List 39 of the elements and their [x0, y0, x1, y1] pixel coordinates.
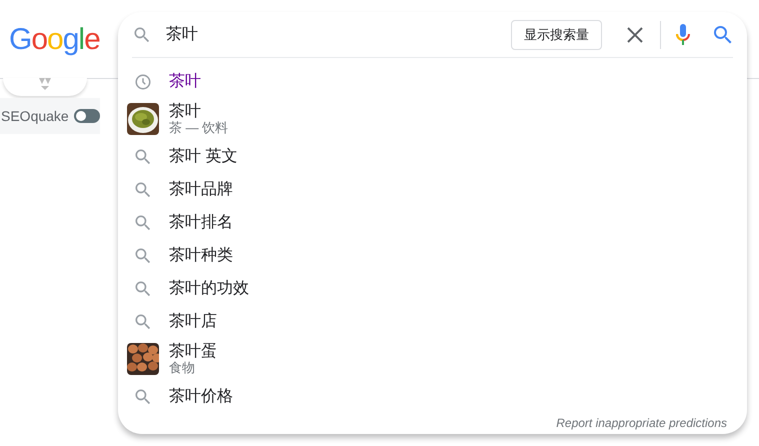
- search-icon: [133, 146, 153, 166]
- suggestion-text: 茶叶品牌: [169, 182, 233, 198]
- google-logo[interactable]: Google: [0, 0, 118, 78]
- close-icon[interactable]: [626, 26, 644, 44]
- search-icon: [133, 312, 153, 332]
- suggestion-item[interactable]: 茶叶品牌: [118, 173, 747, 206]
- history-icon: [134, 72, 152, 90]
- suggestion-item[interactable]: 茶叶店: [118, 305, 747, 338]
- search-icon: [133, 278, 153, 298]
- suggestion-text: 茶叶店: [169, 314, 217, 330]
- suggestion-subtitle: 食物: [169, 361, 196, 374]
- microphone-icon[interactable]: [675, 22, 691, 46]
- suggestion-subtitle: 茶 — 饮料: [169, 121, 228, 134]
- seoquake-toggle[interactable]: [74, 109, 100, 123]
- suggestion-text: 茶叶的功效: [169, 280, 249, 296]
- suggestion-item[interactable]: 茶叶的功效: [118, 272, 747, 305]
- search-icon: [133, 212, 153, 232]
- search-icon: [133, 246, 153, 266]
- suggestion-item[interactable]: 茶叶价格: [118, 380, 747, 413]
- suggestion-item[interactable]: 茶叶蛋 食物: [118, 338, 747, 380]
- suggestion-text: 茶叶 英文: [169, 148, 238, 164]
- suggestion-item[interactable]: 茶叶排名: [118, 206, 747, 239]
- suggestion-item[interactable]: 茶叶 茶 — 饮料: [118, 98, 747, 140]
- search-field[interactable]: 茶叶: [166, 22, 511, 46]
- report-link[interactable]: Report inappropriate predictions: [556, 414, 727, 432]
- search-icon: [133, 386, 153, 406]
- search-icon: [132, 24, 152, 44]
- suggestion-text: 茶叶价格: [169, 388, 233, 404]
- suggestion-text: 茶叶: [169, 74, 201, 90]
- suggestion-text: 茶叶蛋: [169, 344, 217, 360]
- show-volume-button[interactable]: 显示搜索量: [511, 20, 602, 50]
- suggestion-text: 茶叶种类: [169, 248, 233, 264]
- suggestion-text: 茶叶: [169, 104, 202, 120]
- suggestion-text: 茶叶排名: [169, 214, 233, 230]
- search-icon: [133, 180, 153, 200]
- suggestion-item[interactable]: 茶叶种类: [118, 239, 747, 272]
- suggestion-item[interactable]: 茶叶: [118, 65, 747, 98]
- seoquake-label: SEOquake: [1, 106, 69, 126]
- suggestion-item[interactable]: 茶叶 英文: [118, 140, 747, 173]
